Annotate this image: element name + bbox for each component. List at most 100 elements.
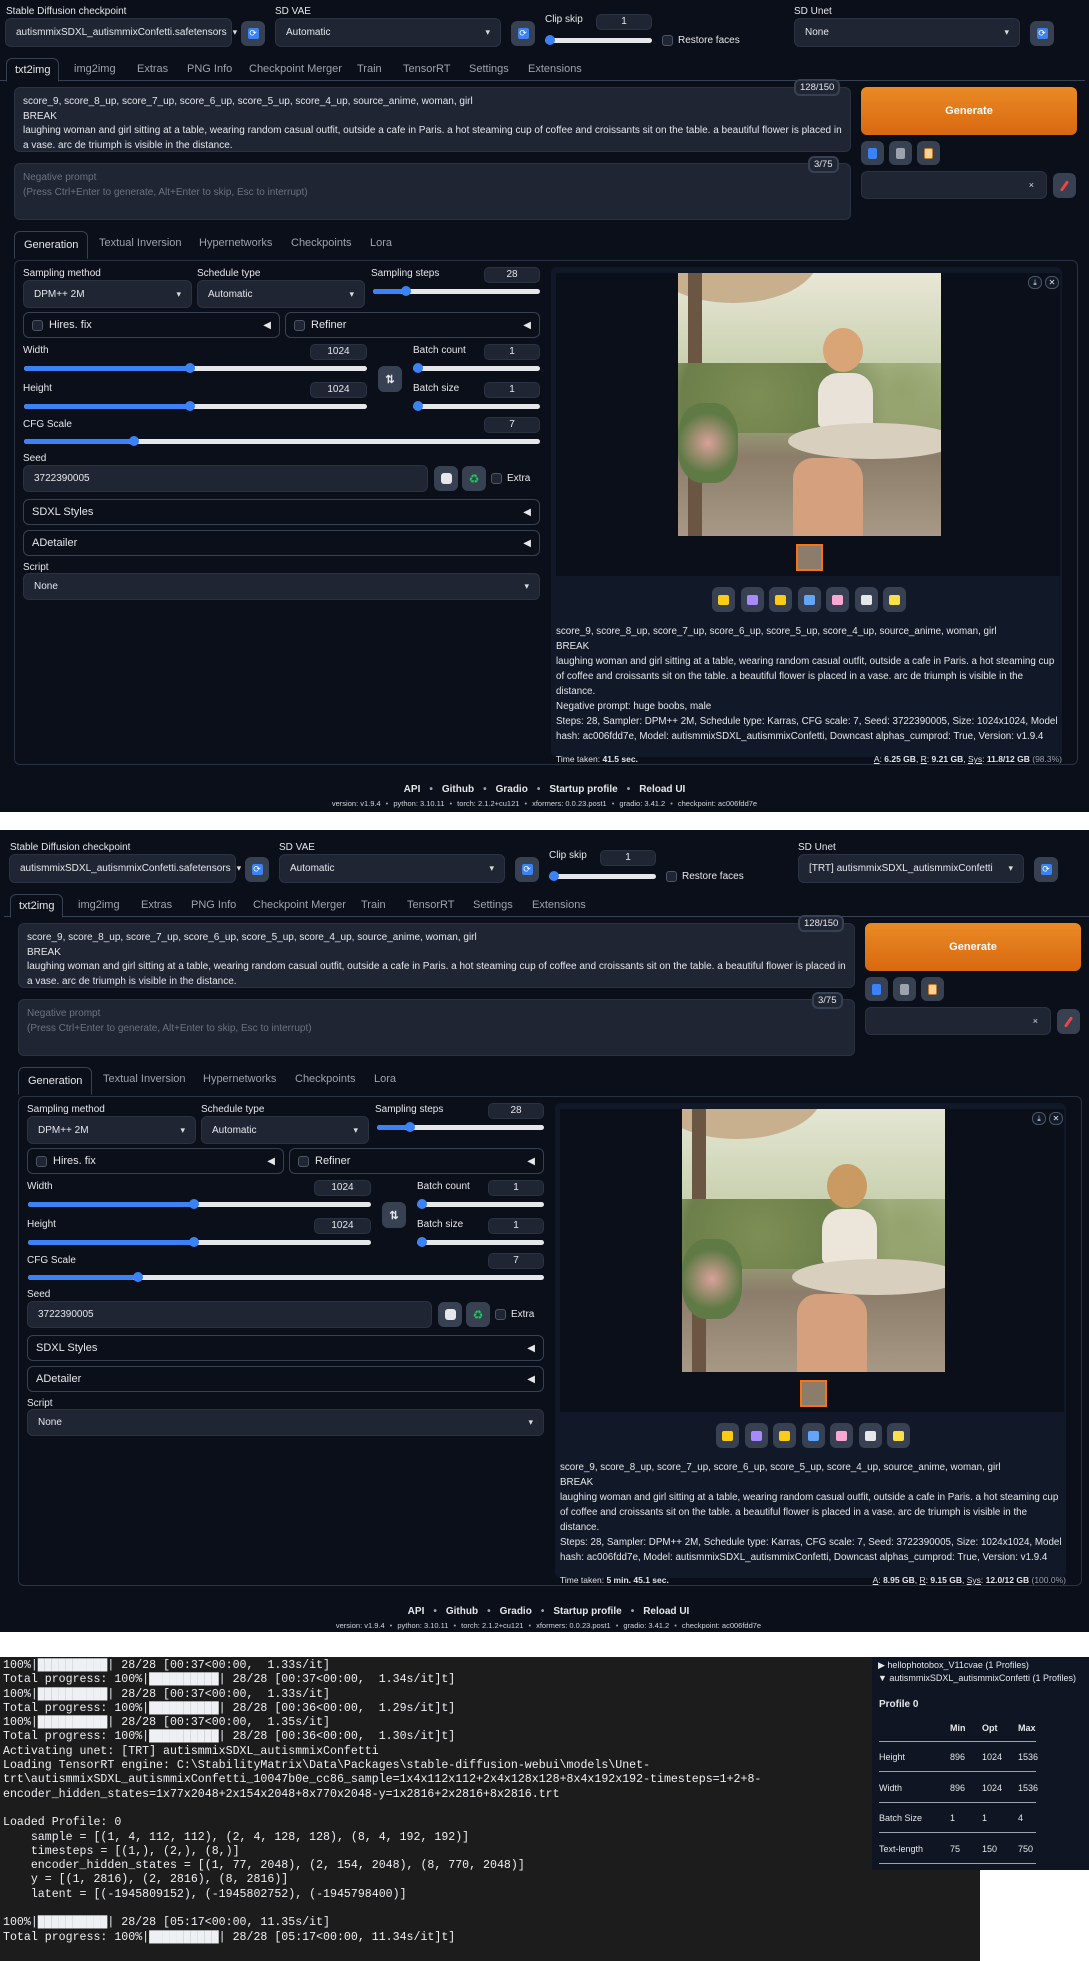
- tab-img2img[interactable]: img2img: [74, 63, 116, 75]
- adetailer-accordion[interactable]: ADetailer ◀: [27, 1366, 544, 1392]
- batch-size-input[interactable]: 1: [488, 1218, 544, 1234]
- tab-png-info[interactable]: PNG Info: [187, 63, 232, 75]
- height-slider[interactable]: [24, 401, 367, 411]
- footer-link[interactable]: Gradio: [496, 784, 528, 795]
- read-params-button[interactable]: [865, 977, 888, 1001]
- subtab-lora[interactable]: Lora: [370, 237, 392, 249]
- open-folder-button[interactable]: [716, 1423, 739, 1448]
- adetailer-accordion[interactable]: ADetailer ◀: [23, 530, 540, 556]
- height-slider[interactable]: [28, 1237, 371, 1247]
- generated-image[interactable]: [682, 1109, 945, 1372]
- profile-entry[interactable]: ▼ autismmixSDXL_autismmixConfetti (1 Pro…: [878, 1673, 1076, 1683]
- subtab-lora[interactable]: Lora: [374, 1073, 396, 1085]
- sampling-steps-input[interactable]: 28: [488, 1103, 544, 1119]
- read-params-button[interactable]: [861, 141, 884, 165]
- batch-count-slider[interactable]: [413, 363, 540, 373]
- width-slider[interactable]: [24, 363, 367, 373]
- footer-link[interactable]: Startup profile: [549, 784, 617, 795]
- checkpoint-dropdown[interactable]: autismmixSDXL_autismmixConfetti.safetens…: [5, 18, 237, 47]
- clear-prompt-button[interactable]: [893, 977, 916, 1001]
- open-folder-button[interactable]: [712, 587, 735, 612]
- save-button[interactable]: [740, 587, 764, 612]
- width-slider[interactable]: [28, 1199, 371, 1209]
- swap-dimensions-button[interactable]: ⇅: [378, 366, 402, 392]
- tab-checkpoint-merger[interactable]: Checkpoint Merger: [253, 899, 346, 911]
- footer-link[interactable]: Github: [446, 1606, 478, 1617]
- slider-thumb[interactable]: [417, 1199, 427, 1209]
- styles-dropdown[interactable]: ×: [865, 1007, 1051, 1035]
- tab-settings[interactable]: Settings: [469, 63, 509, 75]
- random-seed-button[interactable]: [438, 1302, 462, 1327]
- unet-dropdown[interactable]: [TRT] autismmixSDXL_autismmixConfetti ▾: [798, 854, 1024, 883]
- save-button[interactable]: [744, 1423, 768, 1448]
- close-image-button[interactable]: ✕: [1045, 276, 1059, 289]
- download-button[interactable]: ⤓: [1032, 1112, 1046, 1125]
- zip-button[interactable]: [773, 1423, 796, 1448]
- sampling-method-dropdown[interactable]: DPM++ 2M ▾: [27, 1116, 196, 1144]
- hires-fix-accordion[interactable]: Hires. fix ◀: [27, 1148, 284, 1174]
- tab-train[interactable]: Train: [357, 63, 382, 75]
- sampling-steps-slider[interactable]: [373, 286, 540, 296]
- tab-extras[interactable]: Extras: [137, 63, 168, 75]
- tab-tensorrt[interactable]: TensorRT: [407, 899, 454, 911]
- batch-count-input[interactable]: 1: [484, 344, 540, 360]
- paste-button[interactable]: [921, 977, 944, 1001]
- slider-thumb[interactable]: [132, 1272, 143, 1282]
- vae-refresh-button[interactable]: ⟳: [511, 21, 535, 46]
- hires-fix-checkbox[interactable]: [36, 1155, 47, 1167]
- footer-link[interactable]: Github: [442, 784, 474, 795]
- checkpoint-dropdown[interactable]: autismmixSDXL_autismmixConfetti.safetens…: [9, 854, 241, 883]
- seed-input[interactable]: 3722390005: [27, 1301, 432, 1328]
- send-to-img2img-button[interactable]: [801, 1423, 825, 1448]
- sampling-method-dropdown[interactable]: DPM++ 2M ▾: [23, 280, 192, 308]
- checkpoint-refresh-button[interactable]: ⟳: [245, 857, 269, 882]
- styles-dropdown[interactable]: ×: [861, 171, 1047, 199]
- script-dropdown[interactable]: None ▾: [27, 1409, 544, 1436]
- footer-link[interactable]: Reload UI: [643, 1606, 689, 1617]
- subtab-hypernetworks[interactable]: Hypernetworks: [199, 237, 272, 249]
- footer-link[interactable]: Reload UI: [639, 784, 685, 795]
- download-button[interactable]: ⤓: [1028, 276, 1042, 289]
- send-to-img2img-button[interactable]: [797, 587, 821, 612]
- cfg-scale-slider[interactable]: [28, 1272, 544, 1282]
- random-seed-button[interactable]: [434, 466, 458, 491]
- generate-button[interactable]: Generate: [865, 923, 1081, 971]
- restore-faces-checkbox[interactable]: [662, 35, 673, 46]
- cfg-scale-input[interactable]: 7: [488, 1253, 544, 1269]
- negative-prompt-textarea[interactable]: Negative prompt (Press Ctrl+Enter to gene…: [14, 163, 851, 220]
- slider-thumb[interactable]: [401, 286, 412, 296]
- subtab-textual-inversion[interactable]: Textual Inversion: [103, 1073, 186, 1085]
- refiner-accordion[interactable]: Refiner ◀: [289, 1148, 544, 1174]
- slider-thumb[interactable]: [189, 1199, 200, 1209]
- width-input[interactable]: 1024: [314, 1180, 371, 1196]
- vae-dropdown[interactable]: Automatic ▾: [279, 854, 505, 883]
- zip-button[interactable]: [769, 587, 792, 612]
- tab-tensorrt[interactable]: TensorRT: [403, 63, 450, 75]
- tab-settings[interactable]: Settings: [473, 899, 513, 911]
- slider-thumb[interactable]: [185, 401, 196, 411]
- tab-checkpoint-merger[interactable]: Checkpoint Merger: [249, 63, 342, 75]
- edit-styles-button[interactable]: [1057, 1009, 1080, 1034]
- subtab-textual-inversion[interactable]: Textual Inversion: [99, 237, 182, 249]
- footer-link[interactable]: Startup profile: [553, 1606, 621, 1617]
- clear-prompt-button[interactable]: [889, 141, 912, 165]
- tab-png-info[interactable]: PNG Info: [191, 899, 236, 911]
- width-input[interactable]: 1024: [310, 344, 367, 360]
- reuse-seed-button[interactable]: ♻: [462, 466, 486, 491]
- close-image-button[interactable]: ✕: [1049, 1112, 1063, 1125]
- subtab-generation[interactable]: Generation: [18, 1067, 93, 1095]
- unet-dropdown[interactable]: None ▾: [794, 18, 1020, 47]
- paste-button[interactable]: [917, 141, 940, 165]
- reuse-seed-button[interactable]: ♻: [466, 1302, 490, 1327]
- slider-thumb[interactable]: [549, 871, 559, 881]
- footer-link[interactable]: API: [408, 1606, 425, 1617]
- upscale-button[interactable]: [883, 587, 906, 612]
- slider-thumb[interactable]: [417, 1237, 427, 1247]
- generate-button[interactable]: Generate: [861, 87, 1077, 135]
- clip-skip-slider[interactable]: [545, 35, 652, 45]
- slider-thumb[interactable]: [405, 1122, 416, 1132]
- schedule-type-dropdown[interactable]: Automatic ▾: [201, 1116, 369, 1144]
- height-input[interactable]: 1024: [310, 382, 367, 398]
- batch-size-slider[interactable]: [413, 401, 540, 411]
- subtab-generation[interactable]: Generation: [14, 231, 89, 259]
